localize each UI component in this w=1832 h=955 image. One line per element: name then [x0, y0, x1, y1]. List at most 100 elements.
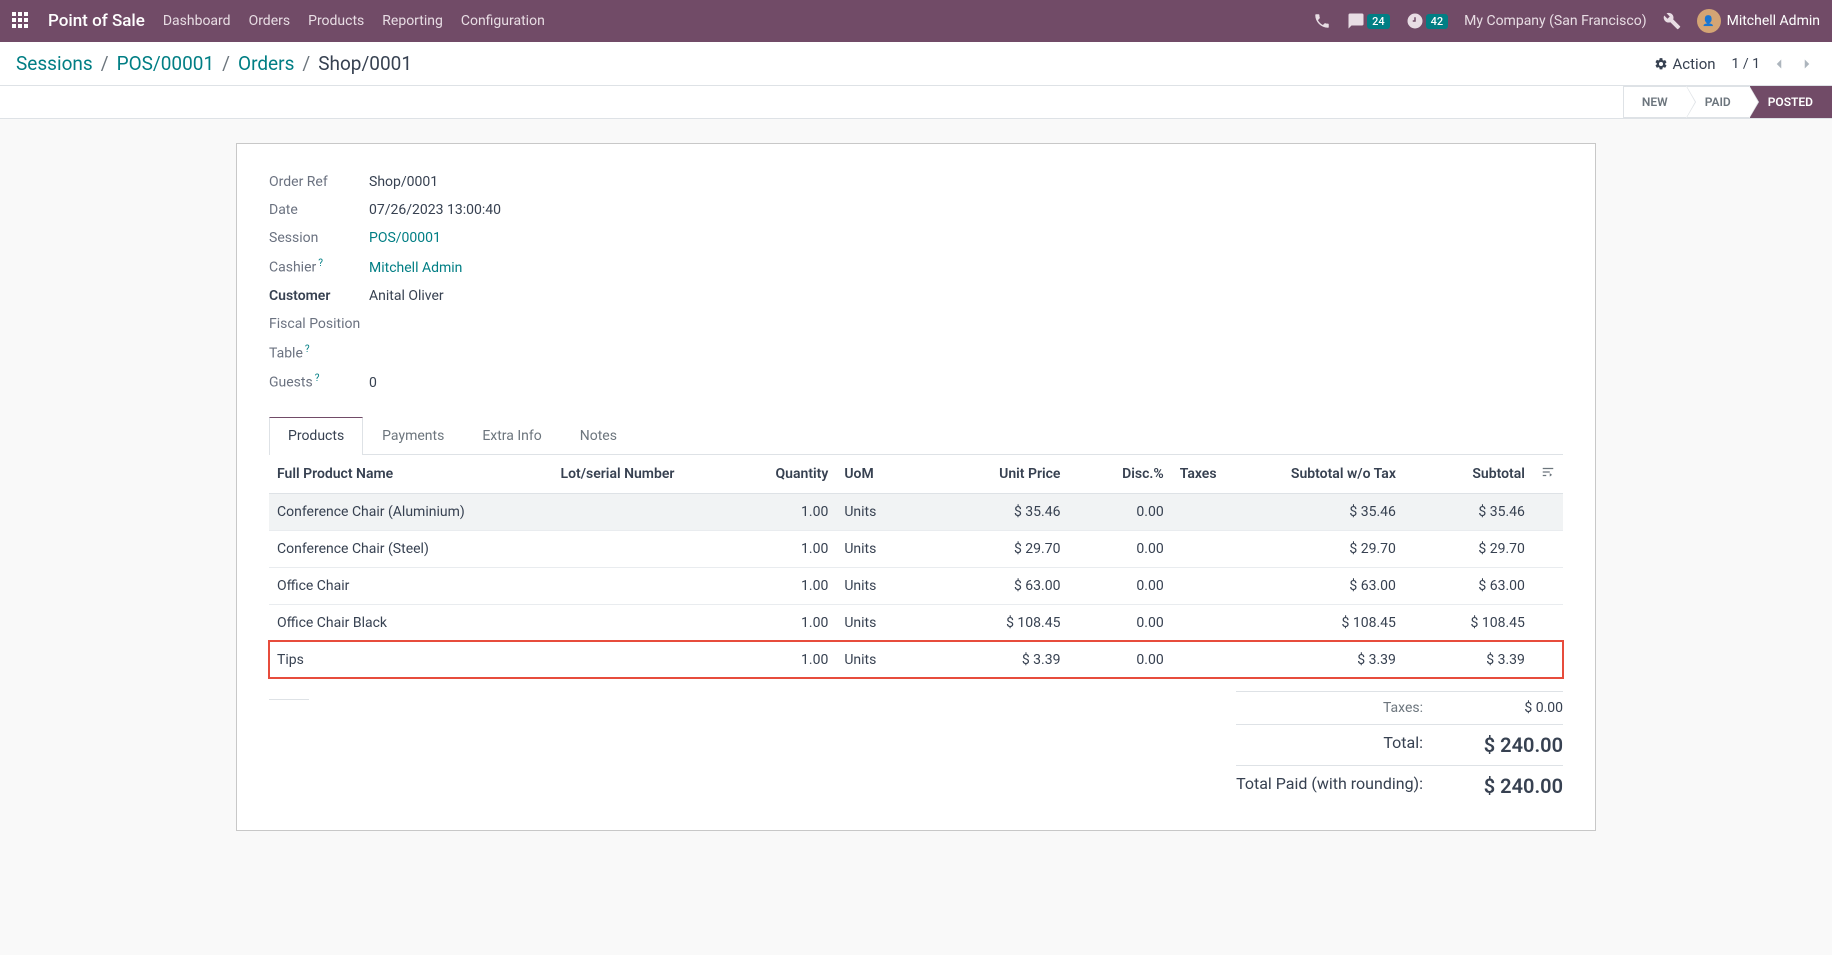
tab-payments[interactable]: Payments — [363, 417, 463, 454]
cell-name: Office Chair — [269, 567, 553, 604]
cell-lot — [553, 530, 734, 567]
cell-subtotal: $ 29.70 — [1404, 530, 1533, 567]
breadcrumb-sessions[interactable]: Sessions — [16, 52, 93, 75]
messages-icon[interactable]: 24 — [1347, 12, 1390, 30]
status-new[interactable]: NEW — [1623, 86, 1687, 118]
user-menu[interactable]: 👤 Mitchell Admin — [1697, 9, 1820, 33]
cell-qty: 1.00 — [733, 641, 836, 678]
nav-dashboard[interactable]: Dashboard — [163, 13, 231, 29]
tab-extra-info[interactable]: Extra Info — [463, 417, 560, 454]
control-panel: Sessions / POS/00001 / Orders / Shop/000… — [0, 42, 1832, 86]
cell-price: $ 63.00 — [927, 567, 1069, 604]
paid-label: Total Paid (with rounding): — [1236, 774, 1423, 798]
cell-lot — [553, 493, 734, 530]
cell-uom: Units — [836, 604, 926, 641]
label-customer: Customer — [269, 288, 369, 304]
cell-subtotal-wo: $ 3.39 — [1249, 641, 1404, 678]
cell-taxes — [1172, 493, 1249, 530]
cell-name: Office Chair Black — [269, 604, 553, 641]
col-options[interactable] — [1533, 454, 1563, 493]
cell-taxes — [1172, 604, 1249, 641]
table-row[interactable]: Conference Chair (Steel) 1.00Units $ 29.70… — [269, 530, 1563, 567]
breadcrumb-orders[interactable]: Orders — [238, 52, 294, 75]
cell-name: Tips — [269, 641, 553, 678]
cell-subtotal-wo: $ 63.00 — [1249, 567, 1404, 604]
action-button[interactable]: Action — [1654, 55, 1716, 73]
status-paid[interactable]: PAID — [1687, 86, 1750, 118]
top-navbar: Point of Sale Dashboard Orders Products … — [0, 0, 1832, 42]
help-icon[interactable]: ? — [315, 373, 320, 384]
nav-configuration[interactable]: Configuration — [461, 13, 545, 29]
cell-disc: 0.00 — [1068, 530, 1171, 567]
nav-orders[interactable]: Orders — [249, 13, 291, 29]
company-switcher[interactable]: My Company (San Francisco) — [1464, 13, 1646, 29]
cell-taxes — [1172, 530, 1249, 567]
taxes-value: $ 0.00 — [1483, 700, 1563, 716]
value-cashier[interactable]: Mitchell Admin — [369, 260, 462, 276]
pager-prev-icon[interactable] — [1770, 55, 1788, 73]
table-row[interactable]: Office Chair1.00Units$ 63.000.00$ 63.00$… — [269, 567, 1563, 604]
cell-name: Conference Chair (Steel) — [269, 530, 553, 567]
cell-price: $ 35.46 — [927, 493, 1069, 530]
help-icon[interactable]: ? — [318, 258, 323, 269]
label-fiscal: Fiscal Position — [269, 316, 369, 332]
messages-badge: 24 — [1367, 14, 1390, 29]
col-lot: Lot/serial Number — [553, 454, 734, 493]
breadcrumb-pos[interactable]: POS/00001 — [117, 52, 215, 75]
cell-qty: 1.00 — [733, 530, 836, 567]
col-subtotal-wo: Subtotal w/o Tax — [1249, 454, 1404, 493]
table-row[interactable]: Conference Chair (Aluminium)1.00Units$ 3… — [269, 493, 1563, 530]
total-value: $ 240.00 — [1483, 733, 1563, 757]
value-session[interactable]: POS/00001 — [369, 230, 441, 246]
cell-subtotal-wo: $ 35.46 — [1249, 493, 1404, 530]
gear-icon — [1654, 57, 1668, 71]
table-row[interactable]: Tips1.00Units$ 3.390.00$ 3.39$ 3.39 — [269, 641, 1563, 678]
cell-price: $ 108.45 — [927, 604, 1069, 641]
cell-uom: Units — [836, 493, 926, 530]
label-session: Session — [269, 230, 369, 246]
avatar: 👤 — [1697, 9, 1721, 33]
totals: Taxes: $ 0.00 Total: $ 240.00 Total Paid… — [1236, 691, 1563, 806]
cell-taxes — [1172, 641, 1249, 678]
cell-disc: 0.00 — [1068, 567, 1171, 604]
tab-notes[interactable]: Notes — [561, 417, 636, 454]
note-input[interactable] — [269, 691, 309, 700]
col-price: Unit Price — [927, 454, 1069, 493]
form-sheet: Order Ref Shop/0001 Date 07/26/2023 13:0… — [236, 143, 1596, 831]
table-row[interactable]: Office Chair Black1.00Units$ 108.450.00$… — [269, 604, 1563, 641]
cell-subtotal-wo: $ 108.45 — [1249, 604, 1404, 641]
value-order-ref: Shop/0001 — [369, 174, 438, 190]
cell-price: $ 3.39 — [927, 641, 1069, 678]
activities-badge: 42 — [1426, 14, 1449, 29]
col-subtotal: Subtotal — [1404, 454, 1533, 493]
tabs: Products Payments Extra Info Notes — [269, 417, 1563, 455]
voip-icon[interactable] — [1313, 12, 1331, 30]
help-icon[interactable]: ? — [305, 344, 310, 355]
cell-subtotal: $ 63.00 — [1404, 567, 1533, 604]
value-customer: Anital Oliver — [369, 288, 444, 304]
cell-lot — [553, 567, 734, 604]
apps-icon[interactable] — [12, 12, 30, 30]
nav-products[interactable]: Products — [308, 13, 364, 29]
cell-uom: Units — [836, 530, 926, 567]
cell-qty: 1.00 — [733, 567, 836, 604]
cell-disc: 0.00 — [1068, 604, 1171, 641]
tab-products[interactable]: Products — [269, 417, 363, 455]
cell-lot — [553, 641, 734, 678]
cell-disc: 0.00 — [1068, 641, 1171, 678]
activities-icon[interactable]: 42 — [1406, 12, 1449, 30]
status-posted[interactable]: POSTED — [1750, 86, 1832, 118]
pager-next-icon[interactable] — [1798, 55, 1816, 73]
col-qty: Quantity — [733, 454, 836, 493]
cell-subtotal: $ 35.46 — [1404, 493, 1533, 530]
label-cashier: Cashier? — [269, 258, 369, 276]
pager: 1 / 1 — [1732, 55, 1816, 73]
debug-icon[interactable] — [1663, 12, 1681, 30]
paid-value: $ 240.00 — [1483, 774, 1563, 798]
order-lines-table: Full Product Name Lot/serial Number Quan… — [269, 454, 1563, 679]
nav-reporting[interactable]: Reporting — [382, 13, 443, 29]
col-taxes: Taxes — [1172, 454, 1249, 493]
statusbar: NEW PAID POSTED — [0, 86, 1832, 119]
app-title: Point of Sale — [48, 11, 145, 31]
col-disc: Disc.% — [1068, 454, 1171, 493]
